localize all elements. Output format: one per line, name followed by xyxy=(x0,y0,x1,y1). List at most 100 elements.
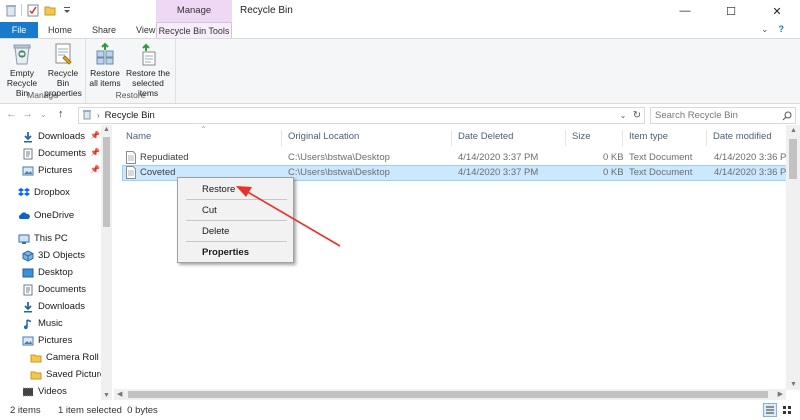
music-note-icon xyxy=(22,318,34,330)
details-view-icon[interactable] xyxy=(763,403,777,417)
nav-item-documents-quick[interactable]: Documents xyxy=(22,145,86,162)
back-arrow-icon[interactable]: ← xyxy=(6,108,17,120)
cell-date-modified: 4/14/2020 3:36 PM xyxy=(714,167,795,178)
table-row[interactable]: Repudiated C:\Users\bstwa\Desktop 4/14/2… xyxy=(122,150,794,166)
recent-locations-chevron-icon[interactable]: ⌄ xyxy=(40,110,47,119)
search-icon[interactable] xyxy=(779,111,795,121)
minimize-button[interactable]: — xyxy=(662,0,708,22)
context-menu-properties[interactable]: Properties xyxy=(180,244,291,261)
context-menu-delete[interactable]: Delete xyxy=(180,223,291,240)
desktop-icon xyxy=(22,267,34,279)
nav-item-music[interactable]: Music xyxy=(22,315,63,332)
properties-check-icon[interactable] xyxy=(26,3,39,17)
refresh-icon[interactable]: ↻ xyxy=(630,108,644,123)
breadcrumb-separator-icon[interactable]: › xyxy=(97,111,100,120)
cell-item-type: Text Document xyxy=(629,167,693,178)
tab-share[interactable]: Share xyxy=(82,22,126,38)
restore-all-items-button[interactable]: Restore all items xyxy=(88,42,122,88)
large-icons-view-icon[interactable] xyxy=(780,403,794,417)
help-icon[interactable]: ? xyxy=(779,24,785,35)
address-bar[interactable]: › Recycle Bin ⌄ ↻ xyxy=(78,107,645,124)
nav-item-saved-pictures[interactable]: Saved Pictures xyxy=(30,366,110,383)
context-menu-restore[interactable]: Restore xyxy=(180,181,291,198)
nav-item-label: Downloads xyxy=(38,301,85,312)
maximize-button[interactable]: ☐ xyxy=(708,0,754,22)
nav-item-camera-roll[interactable]: Camera Roll xyxy=(30,349,99,366)
column-header-date-modified[interactable]: Date modified xyxy=(713,131,772,142)
file-list-horizontal-scrollbar[interactable]: ◀ ▶ xyxy=(114,389,786,400)
file-list-vertical-scrollbar[interactable]: ▲ ▼ xyxy=(786,125,800,390)
scroll-right-arrow-icon[interactable]: ▶ xyxy=(778,390,783,398)
cell-name: Repudiated xyxy=(140,152,189,163)
column-header-size[interactable]: Size xyxy=(572,131,590,142)
context-menu: Restore Cut Delete Properties xyxy=(177,177,294,263)
pin-icon[interactable]: 📌 xyxy=(90,165,100,174)
column-header-item-type[interactable]: Item type xyxy=(629,131,668,142)
column-divider[interactable] xyxy=(565,130,566,146)
onedrive-cloud-icon xyxy=(18,210,30,222)
column-header-original-location[interactable]: Original Location xyxy=(288,131,359,142)
close-button[interactable]: ✕ xyxy=(754,0,800,22)
3d-objects-icon xyxy=(22,249,34,262)
ribbon-help-controls: ⌄ ? xyxy=(761,24,784,35)
up-arrow-icon[interactable]: ↑ xyxy=(58,108,64,120)
nav-item-pictures[interactable]: Pictures xyxy=(22,332,72,349)
scrollbar-thumb[interactable] xyxy=(128,391,768,398)
address-bar-actions: ⌄ ↻ xyxy=(616,108,644,123)
restore-all-items-label-1: Restore xyxy=(90,68,120,78)
forward-arrow-icon[interactable]: → xyxy=(22,108,33,120)
context-menu-cut[interactable]: Cut xyxy=(180,202,291,219)
scrollbar-thumb[interactable] xyxy=(789,139,797,179)
scroll-down-arrow-icon[interactable]: ▼ xyxy=(790,381,797,388)
nav-item-documents[interactable]: Documents xyxy=(22,281,86,298)
nav-item-pictures-quick[interactable]: Pictures xyxy=(22,162,72,179)
cell-date-deleted: 4/14/2020 3:37 PM xyxy=(458,167,539,178)
text-document-icon xyxy=(126,151,136,164)
status-selection: 1 item selected 0 bytes xyxy=(58,405,158,416)
recycle-bin-app-icon xyxy=(4,3,17,17)
column-divider[interactable] xyxy=(281,130,282,146)
scroll-up-arrow-icon[interactable]: ▲ xyxy=(101,126,112,133)
menu-separator xyxy=(186,220,287,221)
search-input[interactable]: Search Recycle Bin xyxy=(650,107,796,124)
window-controls: — ☐ ✕ xyxy=(662,0,800,22)
nav-item-label: Desktop xyxy=(38,267,73,278)
navigation-pane-scrollbar[interactable]: ▲ ▼ xyxy=(101,125,112,400)
nav-item-label: Pictures xyxy=(38,335,73,346)
column-header-name[interactable]: Name xyxy=(126,131,151,142)
ribbon-tab-bar: File Home Share View Recycle Bin Tools xyxy=(0,22,800,39)
quick-access-toolbar xyxy=(4,3,73,17)
nav-item-downloads[interactable]: Downloads xyxy=(22,298,85,315)
address-history-chevron-icon[interactable]: ⌄ xyxy=(616,108,630,123)
scroll-up-arrow-icon[interactable]: ▲ xyxy=(790,127,797,134)
qat-customize-dropdown-icon[interactable] xyxy=(60,3,73,17)
empty-recycle-bin-icon xyxy=(11,42,33,66)
column-header-date-deleted[interactable]: Date Deleted xyxy=(458,131,513,142)
nav-item-label: 3D Objects xyxy=(38,250,85,261)
nav-item-this-pc[interactable]: This PC xyxy=(18,230,68,247)
pin-icon[interactable]: 📌 xyxy=(90,148,100,157)
nav-item-label: Pictures xyxy=(38,165,73,176)
tab-home[interactable]: Home xyxy=(38,22,82,38)
ribbon-collapse-chevron-icon[interactable]: ⌄ xyxy=(761,24,769,35)
nav-item-onedrive[interactable]: OneDrive xyxy=(18,207,74,224)
new-folder-icon[interactable] xyxy=(43,3,56,17)
nav-item-dropbox[interactable]: Dropbox xyxy=(18,184,70,201)
tab-recycle-bin-tools[interactable]: Recycle Bin Tools xyxy=(156,22,232,39)
column-divider[interactable] xyxy=(451,130,452,146)
pin-icon[interactable]: 📌 xyxy=(90,131,100,140)
nav-item-3d-objects[interactable]: 3D Objects xyxy=(22,247,85,264)
recycle-bin-properties-label-1: Recycle Bin xyxy=(47,68,79,88)
menu-separator xyxy=(186,199,287,200)
nav-item-desktop[interactable]: Desktop xyxy=(22,264,73,281)
column-divider[interactable] xyxy=(706,130,707,146)
breadcrumb-recycle-bin[interactable]: Recycle Bin xyxy=(105,110,155,121)
manage-contextual-tab-header: Manage xyxy=(156,0,232,22)
nav-item-videos[interactable]: Videos xyxy=(22,383,67,400)
nav-item-downloads-quick[interactable]: Downloads xyxy=(22,128,85,145)
scroll-left-arrow-icon[interactable]: ◀ xyxy=(117,390,122,398)
tab-file[interactable]: File xyxy=(0,22,38,38)
scrollbar-thumb[interactable] xyxy=(103,137,110,227)
column-divider[interactable] xyxy=(622,130,623,146)
scroll-down-arrow-icon[interactable]: ▼ xyxy=(101,392,112,399)
